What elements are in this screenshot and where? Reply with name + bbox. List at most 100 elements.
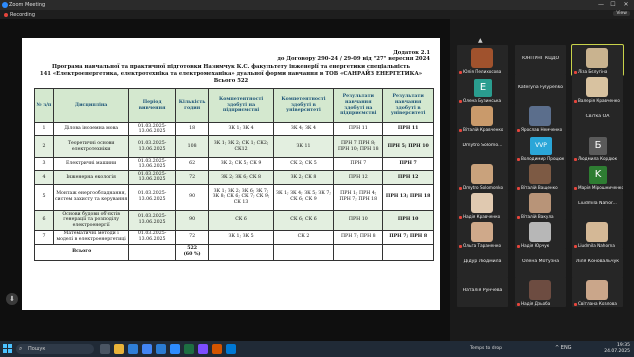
app-icon[interactable] bbox=[212, 344, 222, 354]
participant-tile[interactable]: Ярослав Немченко bbox=[515, 103, 566, 133]
participant-tile[interactable]: Валерія Кравченко bbox=[572, 74, 623, 104]
column-header: Компетентності здобуті на підприємстві bbox=[208, 88, 274, 123]
app-icon[interactable] bbox=[198, 344, 208, 354]
total-empty-cell bbox=[208, 243, 274, 261]
close-button[interactable]: ✕ bbox=[621, 1, 631, 8]
shared-document: Додаток 2.1 до Договору 290-24 / 29-09 в… bbox=[22, 38, 440, 310]
competences-enterprise: ЗК 1; ЗК 2; СК 1; СК2; СК12 bbox=[208, 135, 274, 159]
gallery-page-up-icon[interactable]: ▲ bbox=[478, 37, 483, 44]
header-line: до Договору 290-24 / 29-09 від "27" вере… bbox=[277, 56, 430, 63]
competences-enterprise: ЗК 1; ЗК 2; ЗК 6; ЗК 7; ЗК 8; СК 6; СК 7… bbox=[208, 183, 274, 211]
table-row: 1 Ділова іноземна мова 01.03.2025-13.06.20… bbox=[34, 121, 434, 137]
row-number: 5 bbox=[34, 183, 54, 211]
participant-tile[interactable]: ЮНІТУНГ КЦДО bbox=[515, 45, 566, 75]
participant-tile[interactable]: Віталій Вакула bbox=[515, 190, 566, 220]
column-header: Дисципліна bbox=[52, 88, 130, 123]
participant-tile[interactable]: E Олена Бузинська bbox=[457, 74, 508, 104]
participant-tile[interactable]: Дідур Людмила bbox=[457, 248, 508, 278]
participant-name: Дідур Людмила bbox=[463, 259, 502, 264]
participant-tile[interactable]: Ліля Коновальчук bbox=[572, 248, 623, 278]
total-label: Всього bbox=[33, 243, 130, 261]
row-number: 2 bbox=[34, 135, 54, 159]
total-empty-cell bbox=[333, 243, 384, 261]
participant-tile[interactable]: Kateryna Fylypenko bbox=[515, 74, 566, 104]
discipline-name: Монтаж енергообладнання, систем захисту … bbox=[52, 183, 130, 211]
total-spacer bbox=[128, 243, 176, 261]
total-empty-cell bbox=[272, 243, 335, 261]
participant-tile[interactable]: Світлана Козлова bbox=[572, 277, 623, 307]
weather-widget[interactable]: Temps to drop bbox=[470, 346, 502, 351]
column-header: № з/п bbox=[34, 88, 54, 123]
title-line: Всього 522 bbox=[213, 78, 249, 84]
column-header: Кількість годин bbox=[174, 88, 210, 123]
study-period: 01.03.2025-13.06.2025 bbox=[128, 121, 176, 137]
participant-tile[interactable]: Олена Мотузна bbox=[515, 248, 566, 278]
table-row: 4 Інженерна екологія 01.03.2025-13.06.2025… bbox=[34, 170, 434, 185]
share-control-button[interactable]: ⬇ bbox=[6, 293, 18, 305]
windows-taskbar: ⌕ Пошук Temps to drop ^ ENG 19:35 24.07.… bbox=[0, 341, 634, 357]
competences-enterprise: СК 6 bbox=[208, 209, 274, 231]
participant-tile[interactable]: Віталій Кравченко bbox=[457, 103, 508, 133]
task-view-icon[interactable] bbox=[100, 344, 110, 354]
taskbar-clock[interactable]: 19:35 24.07.2025 bbox=[604, 343, 630, 355]
results-university: ПРН 10 bbox=[382, 209, 434, 231]
table-row: 3 Електричні машини 01.03.2025-13.06.2025 6… bbox=[34, 157, 434, 172]
participant-tile[interactable]: Надія Дзьоба bbox=[515, 277, 566, 307]
document-title: Програма навчальної та практичної підгот… bbox=[22, 64, 440, 85]
maximize-button[interactable]: ☐ bbox=[608, 1, 618, 8]
participant-tile[interactable]: Віталій Ващенко bbox=[515, 161, 566, 191]
results-university: ПРН 7; ПРН 8 bbox=[382, 229, 434, 245]
view-button[interactable]: View bbox=[613, 11, 630, 16]
taskbar-search[interactable]: ⌕ Пошук bbox=[16, 344, 94, 354]
file-explorer-icon[interactable] bbox=[114, 344, 124, 354]
results-university: ПРН 12 bbox=[382, 170, 434, 185]
minimize-button[interactable]: — bbox=[596, 1, 606, 8]
participant-tile[interactable]: Liudmila Nahor... bbox=[572, 190, 623, 220]
column-header: Компетентності здобуті в університеті bbox=[272, 88, 335, 123]
participant-tile[interactable]: VVP Володимир Процюк bbox=[515, 132, 566, 162]
participant-video bbox=[529, 164, 551, 184]
results-enterprise: ПРН 11 bbox=[333, 121, 384, 137]
hours: 90 bbox=[174, 209, 210, 231]
participant-video bbox=[586, 48, 608, 68]
participant-video bbox=[586, 222, 608, 242]
participant-video bbox=[471, 164, 493, 184]
competences-university: ЗК 2; СК 8 bbox=[272, 170, 335, 185]
start-button[interactable] bbox=[3, 344, 13, 354]
hours: 90 bbox=[174, 183, 210, 211]
muted-mic-icon bbox=[574, 302, 577, 306]
study-period: 01.03.2025-13.06.2025 bbox=[128, 157, 176, 172]
participant-tile[interactable]: Б Людмила Кордюк bbox=[572, 132, 623, 162]
participant-tile[interactable]: Надія Юрчук bbox=[515, 219, 566, 249]
word-icon[interactable] bbox=[156, 344, 166, 354]
participant-name: Ліля Коновальчук bbox=[575, 259, 620, 264]
participant-tile[interactable]: Надія Кравченко bbox=[457, 190, 508, 220]
zoom-icon[interactable] bbox=[170, 344, 180, 354]
document-header: Додаток 2.1 до Договору 290-24 / 29-09 в… bbox=[277, 50, 430, 63]
participant-tile[interactable]: K Марія Мірошниченко bbox=[572, 161, 623, 191]
chrome-icon[interactable] bbox=[142, 344, 152, 354]
zoom-logo-icon bbox=[2, 2, 8, 8]
outlook-icon[interactable] bbox=[226, 344, 236, 354]
discipline-name: Інженерна екологія bbox=[52, 170, 130, 185]
participant-tile[interactable]: Ольга Тараненко bbox=[457, 219, 508, 249]
participant-tile[interactable]: Ліза Бєлугіна bbox=[571, 44, 624, 76]
participant-name: ЮНІТУНГ КЦДО bbox=[521, 56, 560, 61]
participant-tile[interactable]: Liudmila Nahorna bbox=[572, 219, 623, 249]
total-hours: 522 (60 %) bbox=[174, 243, 210, 261]
participant-tile[interactable]: Юлія Пелихосова bbox=[457, 45, 508, 75]
hours: 72 bbox=[174, 170, 210, 185]
participant-tile[interactable]: Світка ОА bbox=[572, 103, 623, 133]
excel-icon[interactable] bbox=[184, 344, 194, 354]
participant-video bbox=[529, 106, 551, 126]
study-period: 01.03.2025-13.06.2025 bbox=[128, 135, 176, 159]
participant-tile[interactable]: Dmytro Solomonko bbox=[457, 161, 508, 191]
participant-name: Liudmila Nahor... bbox=[578, 201, 617, 206]
edge-icon[interactable] bbox=[128, 344, 138, 354]
row-number: 7 bbox=[34, 229, 54, 245]
participant-tile[interactable]: Наталія Рунчева bbox=[457, 277, 508, 307]
participant-tile[interactable]: Dmytro Solomo... bbox=[457, 132, 508, 162]
results-university: ПРН 5; ПРН 10 bbox=[382, 135, 434, 159]
hours: 18 bbox=[174, 121, 210, 137]
system-tray[interactable]: ^ ENG bbox=[555, 345, 572, 351]
